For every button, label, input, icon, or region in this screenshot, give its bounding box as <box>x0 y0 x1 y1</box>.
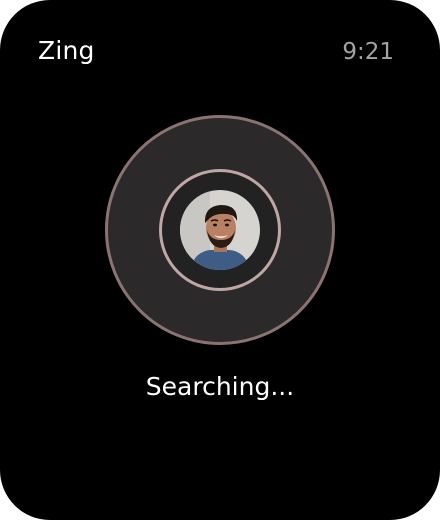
status-time: 9:21 <box>342 39 394 65</box>
watch-screen: Zing 9:21 Searching... <box>0 0 440 520</box>
search-radar <box>105 115 335 345</box>
avatar[interactable] <box>180 190 260 270</box>
person-photo-icon <box>180 190 260 270</box>
app-title: Zing <box>38 36 95 65</box>
searching-status: Searching... <box>145 372 295 401</box>
